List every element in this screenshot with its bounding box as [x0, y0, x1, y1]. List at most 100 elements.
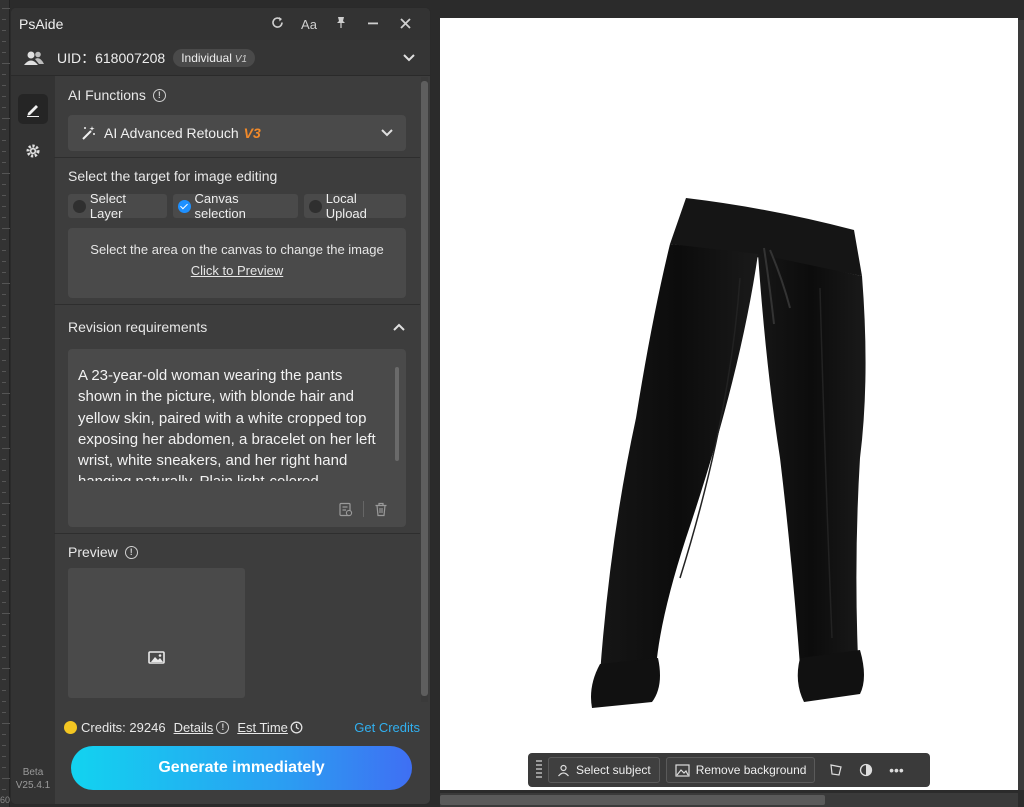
info-icon[interactable]: ! [216, 721, 230, 734]
option-select-layer[interactable]: Select Layer [68, 191, 167, 221]
ruler-tick [2, 162, 6, 163]
version-label: V25.4.1 [15, 780, 51, 791]
ruler-tick [2, 492, 6, 493]
canvas-hint: Select the area on the canvas to change … [90, 242, 384, 257]
ai-functions-title-row: AI Functions ! [68, 87, 406, 103]
ruler-tick [2, 261, 6, 262]
ruler-tick [2, 624, 6, 625]
pencil-icon [27, 105, 39, 117]
trash-icon[interactable] [374, 502, 388, 517]
ruler-tick [2, 206, 6, 207]
pants-image [591, 198, 866, 708]
click-to-preview-link[interactable]: Click to Preview [191, 263, 283, 278]
clock-icon[interactable] [290, 721, 303, 734]
select-subject-button[interactable]: Select subject [548, 757, 660, 783]
user-id: UID：618007208 [57, 49, 166, 66]
ruler-tick [2, 371, 6, 372]
coin-icon [64, 721, 77, 734]
info-icon[interactable]: ! [124, 545, 138, 559]
ruler-tick [2, 591, 6, 592]
revision-textarea[interactable]: A 23-year-old woman wearing the pants sh… [68, 349, 406, 527]
ruler-tick [2, 19, 6, 20]
ruler-tick [2, 96, 6, 97]
ruler-tick [2, 184, 6, 185]
ruler-tick [2, 360, 6, 361]
settings-tab[interactable] [18, 136, 48, 166]
ruler-tick [2, 514, 6, 515]
preview-title: Preview [68, 544, 118, 560]
textarea-tools [338, 501, 388, 517]
canvas-horizontal-scrollbar[interactable] [440, 793, 1018, 807]
person-icon [558, 764, 569, 776]
close-icon[interactable] [392, 17, 418, 32]
details-link[interactable]: Details [174, 720, 214, 735]
revision-section: Revision requirements A 23-year-old woma… [54, 305, 420, 534]
radio-dot [308, 199, 322, 213]
ruler-tick [2, 679, 6, 680]
ruler-tick [2, 767, 6, 768]
ruler-tick [2, 481, 6, 482]
option-canvas-selection[interactable]: Canvas selection [172, 191, 298, 221]
ruler-tick [2, 316, 6, 317]
plan-name: Individual [181, 50, 232, 65]
image-placeholder-icon [148, 651, 165, 664]
magic-wand-icon [82, 126, 95, 140]
document-canvas[interactable] [440, 18, 1018, 790]
edit-tab[interactable] [18, 94, 48, 124]
ruler-tick [2, 602, 6, 603]
panel-content: AI Functions ! AI Advanced Retouch V3 Se… [54, 75, 420, 705]
get-credits-link[interactable]: Get Credits [354, 720, 420, 735]
ruler-tick [2, 646, 6, 647]
textarea-scrollbar[interactable] [395, 367, 399, 461]
panel-titlebar: PsAide Aa [11, 8, 430, 40]
drag-handle[interactable] [536, 760, 542, 780]
revision-text: A 23-year-old woman wearing the pants sh… [78, 367, 376, 481]
generate-button[interactable]: Generate immediately [71, 746, 412, 790]
version-info: Beta V25.4.1 [11, 766, 55, 792]
ruler-tick [2, 657, 6, 658]
scroll-thumb[interactable] [440, 795, 825, 805]
ruler-tick [2, 668, 10, 669]
option-label: Local Upload [325, 191, 367, 221]
canvas-vertical-scrollbar[interactable] [1018, 20, 1024, 790]
more-options-icon[interactable]: ••• [881, 757, 911, 783]
font-size-button[interactable]: Aa [296, 17, 322, 32]
ruler-tick [2, 173, 10, 174]
panel-scroll-thumb[interactable] [421, 81, 428, 696]
ruler-tick [2, 118, 10, 119]
option-local-upload[interactable]: Local Upload [303, 191, 406, 221]
refresh-icon[interactable] [264, 16, 290, 32]
ruler-tick [2, 525, 6, 526]
ruler-tick [2, 41, 6, 42]
chevron-up-icon[interactable] [392, 322, 406, 332]
ruler-tick [2, 635, 6, 636]
ruler-tick [2, 712, 6, 713]
target-title: Select the target for image editing [68, 168, 278, 184]
minimize-icon[interactable] [360, 17, 386, 32]
ruler-tick [2, 536, 6, 537]
ai-function-select[interactable]: AI Advanced Retouch V3 [68, 115, 406, 151]
ai-function-value: AI Advanced Retouch [104, 125, 239, 141]
adjustment-icon[interactable] [851, 757, 881, 783]
ruler-tick [2, 283, 10, 284]
panel-scrollbar[interactable] [421, 77, 428, 702]
est-time-link[interactable]: Est Time [237, 720, 288, 735]
ruler-tick [2, 349, 6, 350]
info-icon[interactable]: ! [152, 88, 166, 102]
ruler-tick [2, 701, 6, 702]
remove-background-button[interactable]: Remove background [665, 757, 816, 783]
vertical-ruler: 60 [0, 0, 10, 807]
transform-icon[interactable] [821, 757, 851, 783]
ruler-tick [2, 437, 6, 438]
preview-image-area[interactable] [68, 568, 245, 698]
ruler-tick [2, 129, 6, 130]
select-subject-label: Select subject [576, 763, 651, 777]
chevron-down-icon[interactable] [402, 53, 416, 63]
ruler-tick [2, 734, 6, 735]
history-icon[interactable] [338, 502, 353, 517]
ruler-tick [2, 690, 6, 691]
contextual-task-bar: Select subject Remove background ••• [528, 753, 930, 787]
ruler-tick [2, 503, 10, 504]
pin-icon[interactable] [328, 16, 354, 32]
ruler-tick [2, 393, 10, 394]
